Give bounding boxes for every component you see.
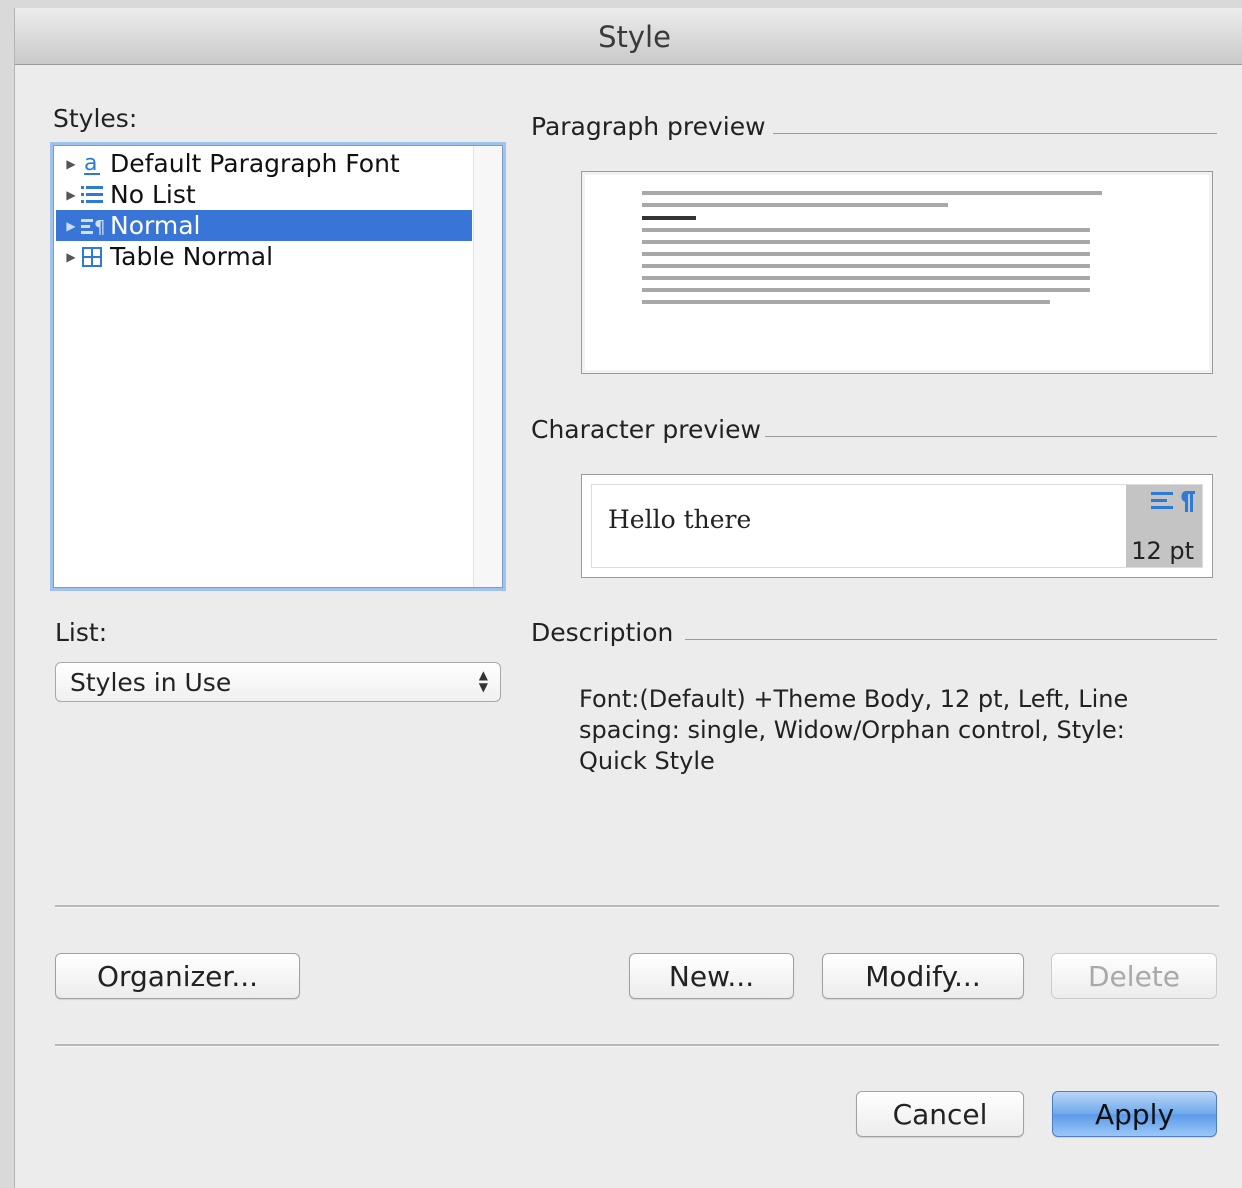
- disclosure-triangle-icon[interactable]: ▶: [64, 219, 78, 233]
- separator: [55, 1044, 1219, 1047]
- organizer-button[interactable]: Organizer...: [55, 953, 300, 999]
- preview-text-line: [642, 288, 1090, 292]
- description-text: Font:(Default) +Theme Body, 12 pt, Left,…: [579, 685, 1129, 775]
- table-style-icon: [78, 244, 106, 270]
- group-divider: [765, 436, 1217, 437]
- preview-sample-line: [642, 216, 696, 220]
- list-style-icon: [78, 182, 106, 208]
- paragraph-style-icon: ¶: [78, 213, 106, 239]
- styles-label: Styles:: [53, 104, 138, 133]
- style-dialog: Style Styles: ▶ a Default Paragraph Font…: [14, 8, 1242, 1188]
- window-title: Style: [15, 8, 1242, 65]
- group-divider: [773, 133, 1217, 134]
- modify-button[interactable]: Modify...: [822, 953, 1024, 999]
- style-item-label: No List: [110, 180, 196, 209]
- preview-text-line: [642, 264, 1090, 268]
- character-preview-inner: Hello there 12 pt: [591, 484, 1203, 568]
- preview-text-line: [642, 276, 1090, 280]
- character-preview-text: Hello there: [608, 505, 752, 534]
- disclosure-triangle-icon[interactable]: ▶: [64, 188, 78, 202]
- list-filter-value: Styles in Use: [70, 667, 232, 697]
- character-preview-box: Hello there 12 pt: [581, 474, 1213, 578]
- preview-text-line: [642, 228, 1090, 232]
- style-item-label: Default Paragraph Font: [110, 149, 400, 178]
- delete-button[interactable]: Delete: [1051, 953, 1217, 999]
- preview-text-line: [642, 191, 1102, 195]
- preview-text-line: [642, 252, 1090, 256]
- separator: [55, 905, 1219, 908]
- preview-text-line: [642, 203, 948, 207]
- character-preview-title: Character preview: [531, 415, 761, 444]
- style-item-default-paragraph-font[interactable]: ▶ a Default Paragraph Font: [56, 148, 472, 179]
- description-title: Description: [531, 618, 674, 647]
- apply-button[interactable]: Apply: [1052, 1091, 1217, 1137]
- style-item-label: Table Normal: [110, 242, 274, 271]
- styles-list-scrollbar[interactable]: [473, 146, 502, 587]
- preview-text-line: [642, 240, 1090, 244]
- list-label: List:: [55, 618, 108, 647]
- disclosure-triangle-icon[interactable]: ▶: [64, 157, 78, 171]
- preview-text-line: [642, 300, 1050, 304]
- style-item-label: Normal: [110, 211, 201, 240]
- disclosure-triangle-icon[interactable]: ▶: [64, 250, 78, 264]
- new-style-button[interactable]: New...: [629, 953, 794, 999]
- styles-list[interactable]: ▶ a Default Paragraph Font ▶ No List ▶ ¶…: [53, 145, 503, 588]
- style-item-table-normal[interactable]: ▶ Table Normal: [56, 241, 472, 272]
- select-arrows-icon: ▲ ▼: [478, 668, 488, 694]
- align-left-icon: [1150, 489, 1174, 519]
- character-style-icon: a: [78, 151, 106, 177]
- character-preview-info: 12 pt: [1126, 485, 1202, 567]
- group-divider: [685, 639, 1217, 640]
- svg-text:a: a: [84, 151, 97, 176]
- paragraph-preview-box: [581, 171, 1213, 374]
- style-item-no-list[interactable]: ▶ No List: [56, 179, 472, 210]
- list-filter-select[interactable]: Styles in Use ▲ ▼: [55, 662, 501, 702]
- pilcrow-icon: [1178, 489, 1196, 519]
- svg-text:¶: ¶: [94, 217, 104, 237]
- paragraph-preview-title: Paragraph preview: [531, 112, 766, 141]
- cancel-button[interactable]: Cancel: [856, 1091, 1024, 1137]
- font-size-readout: 12 pt: [1131, 537, 1194, 565]
- style-item-normal[interactable]: ▶ ¶ Normal: [56, 210, 472, 241]
